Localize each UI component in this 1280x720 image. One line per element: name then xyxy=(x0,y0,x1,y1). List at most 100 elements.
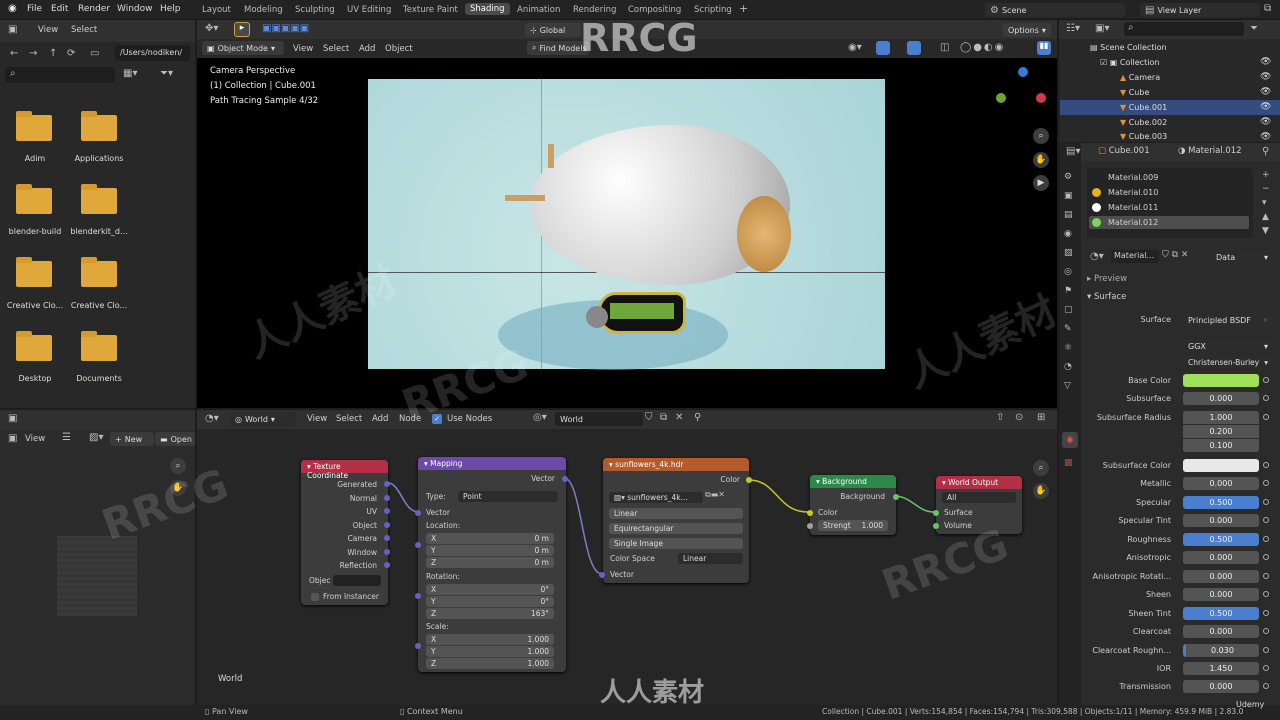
material-slot[interactable]: Material.009 xyxy=(1108,173,1158,182)
link-data-select[interactable]: Data ▾ xyxy=(1211,250,1273,264)
output-socket[interactable] xyxy=(384,508,390,514)
subsurface-radius-x-field[interactable]: 1.000 xyxy=(1183,411,1259,424)
file-item[interactable]: Documents xyxy=(64,374,134,383)
scene-selector[interactable]: ⚙ Scene xyxy=(985,3,1125,17)
output-socket[interactable] xyxy=(384,549,390,555)
hand-pan-icon[interactable]: ✋ xyxy=(1033,152,1049,168)
input-socket[interactable] xyxy=(599,572,605,578)
tab-scripting[interactable]: Scripting xyxy=(694,5,732,15)
tab-uv-editing[interactable]: UV Editing xyxy=(347,5,391,15)
vp-menu-select[interactable]: Select xyxy=(323,44,349,54)
image-browse-icon[interactable]: ▨▾ xyxy=(89,432,103,443)
link-socket-icon[interactable] xyxy=(1263,377,1269,383)
link-socket-icon[interactable] xyxy=(1263,554,1269,560)
link-socket-icon[interactable] xyxy=(1263,610,1269,616)
menu-window[interactable]: Window xyxy=(117,4,153,14)
gizmo-toggle-icon[interactable] xyxy=(876,41,890,55)
ior-field[interactable]: 1.450 xyxy=(1183,662,1259,675)
hamburger-icon[interactable]: ☰ xyxy=(62,432,71,443)
parent-folder-icon[interactable]: ↑ xyxy=(49,48,57,59)
outliner-row[interactable]: ☑ ▣ Collection xyxy=(1060,55,1280,70)
specular-field[interactable]: 0.500 xyxy=(1183,496,1259,509)
properties-tab-icons[interactable]: ⚙ ▣ ▤ ◉ ▨ ◎ ⚑ ▢ ✎ ⚛ ◔ ▽ xyxy=(1064,168,1073,396)
gizmo-y-axis[interactable] xyxy=(996,93,1006,103)
vp-menu-add[interactable]: Add xyxy=(359,44,375,54)
editor-type-icon[interactable]: ☷▾ xyxy=(1066,23,1080,34)
overlay-toggle-icon[interactable] xyxy=(907,41,921,55)
transform-orientation-select[interactable]: ⊹ Global xyxy=(525,23,581,37)
outliner-row[interactable]: ▼ Cube.002 xyxy=(1060,115,1280,130)
surface-shader-select[interactable]: Principled BSDF ◦ xyxy=(1183,313,1273,327)
distribution-select[interactable]: GGX ▾ xyxy=(1183,339,1273,353)
tab-modeling[interactable]: Modeling xyxy=(244,5,283,15)
gizmo-x-axis[interactable] xyxy=(1036,93,1046,103)
link-socket-icon[interactable] xyxy=(1263,395,1269,401)
input-socket[interactable] xyxy=(807,510,813,516)
back-icon[interactable]: ← xyxy=(10,48,18,59)
preview-panel-header[interactable]: ▸ Preview xyxy=(1087,274,1127,284)
base-color-swatch[interactable] xyxy=(1183,374,1259,387)
new-folder-icon[interactable]: ▭ xyxy=(90,48,99,59)
output-socket[interactable] xyxy=(384,535,390,541)
tab-shading[interactable]: Shading xyxy=(465,3,510,15)
location-x-field[interactable]: X 0 m xyxy=(426,533,554,544)
material-slot[interactable]: Material.012 xyxy=(1108,218,1158,227)
image-actions-icon[interactable]: ⧉▬✕ xyxy=(705,490,725,500)
image-editor-type-icon[interactable]: ▣ xyxy=(8,433,17,444)
new-image-button[interactable]: + New xyxy=(110,432,154,446)
link-socket-icon[interactable] xyxy=(1263,573,1269,579)
menu-edit[interactable]: Edit xyxy=(51,4,68,14)
input-socket[interactable] xyxy=(933,523,939,529)
metallic-field[interactable]: 0.000 xyxy=(1183,477,1259,490)
editor-type-icon[interactable]: ✥▾ xyxy=(205,23,218,34)
input-socket[interactable] xyxy=(933,510,939,516)
material-tab-icon[interactable]: ◉ xyxy=(1062,432,1078,448)
subsurface-radius-z-field[interactable]: 0.100 xyxy=(1183,439,1259,452)
ie-menu-view[interactable]: View xyxy=(25,434,45,444)
visibility-icon[interactable]: ◉▾ xyxy=(848,42,862,53)
output-socket[interactable] xyxy=(746,477,752,483)
anisotropic-rotation-field[interactable]: 0.000 xyxy=(1183,570,1259,583)
strength-field[interactable]: Strengt 1.000 xyxy=(818,520,888,531)
file-item[interactable]: Creative Clo... xyxy=(64,301,134,310)
shading-modes-icon[interactable]: ◯●◐◉ xyxy=(960,42,1005,53)
gizmo-z-axis[interactable] xyxy=(1018,67,1028,77)
clearcoat-roughness-field[interactable]: 0.030 xyxy=(1183,644,1259,657)
input-socket[interactable] xyxy=(807,523,813,529)
node-header[interactable]: ▾ Texture Coordinate xyxy=(301,460,388,480)
node-header[interactable]: ▾ Mapping xyxy=(418,457,566,470)
link-socket-icon[interactable] xyxy=(1263,414,1269,420)
camera-view-icon[interactable]: ▶ xyxy=(1033,175,1049,191)
add-workspace-icon[interactable]: + xyxy=(739,2,748,15)
subsurface-color-swatch[interactable] xyxy=(1183,459,1259,472)
roughness-field[interactable]: 0.500 xyxy=(1183,533,1259,546)
material-browse-icon[interactable]: ◔▾ xyxy=(1090,251,1104,262)
rotation-y-field[interactable]: Y 0° xyxy=(426,596,554,607)
link-socket-icon[interactable] xyxy=(1263,665,1269,671)
menu-file[interactable]: File xyxy=(27,4,42,14)
tab-compositing[interactable]: Compositing xyxy=(628,5,681,15)
specular-tint-field[interactable]: 0.000 xyxy=(1183,514,1259,527)
outliner-search-input[interactable]: ⌕ xyxy=(1124,22,1244,36)
file-item[interactable]: Applications xyxy=(64,154,134,163)
find-models-button[interactable]: ⌕ Find Models xyxy=(527,41,589,55)
input-socket[interactable] xyxy=(415,542,421,548)
slot-controls-icon[interactable]: + − ▾ ▲ ▼ xyxy=(1262,168,1270,238)
node-header[interactable]: ▾ World Output xyxy=(936,476,1022,489)
editor-type-icon[interactable]: ▣ xyxy=(8,24,17,35)
link-socket-icon[interactable] xyxy=(1263,536,1269,542)
input-socket[interactable] xyxy=(415,593,421,599)
link-socket-icon[interactable] xyxy=(1263,462,1269,468)
object-mode-select[interactable]: ▣ Object Mode ▾ xyxy=(202,41,284,55)
tab-layout[interactable]: Layout xyxy=(202,5,231,15)
filter-icon[interactable]: ⏷ xyxy=(1250,23,1258,34)
file-item[interactable]: Adim xyxy=(0,154,70,163)
sheen-tint-field[interactable]: 0.500 xyxy=(1183,607,1259,620)
location-y-field[interactable]: Y 0 m xyxy=(426,545,554,556)
location-z-field[interactable]: Z 0 m xyxy=(426,557,554,568)
options-dropdown[interactable]: Options ▾ xyxy=(1003,23,1051,37)
display-mode-icon[interactable]: ▣▾ xyxy=(1095,23,1109,34)
output-socket[interactable] xyxy=(384,481,390,487)
outliner-row[interactable]: ▼ Cube.003 xyxy=(1060,129,1280,142)
zoom-icon[interactable]: ⌕ xyxy=(1033,128,1049,144)
